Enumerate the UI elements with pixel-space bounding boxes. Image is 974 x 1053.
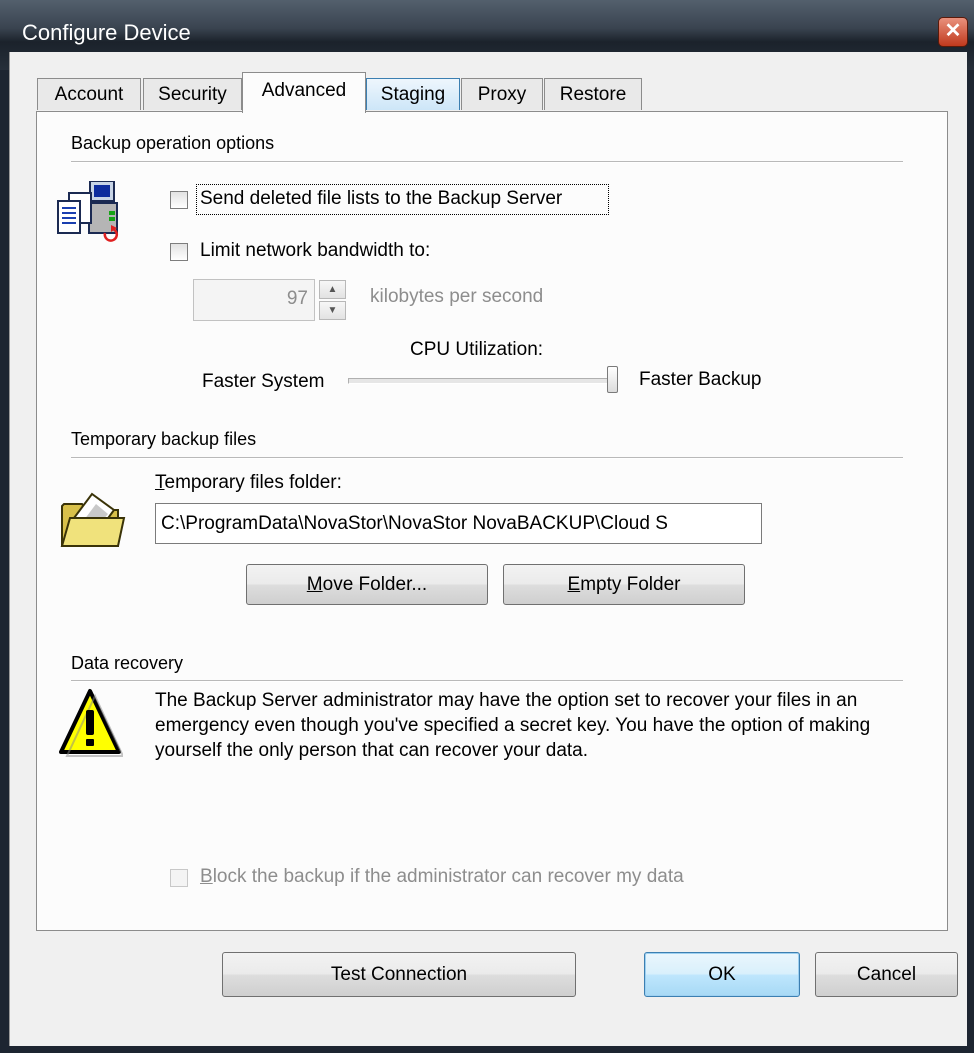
- configure-device-window: Configure Device ✕ Account Security Adva…: [0, 0, 974, 1053]
- cancel-button[interactable]: Cancel: [815, 952, 958, 997]
- send-deleted-label[interactable]: Send deleted file lists to the Backup Se…: [200, 188, 562, 210]
- tab-account[interactable]: Account: [37, 78, 141, 110]
- tab-restore[interactable]: Restore: [544, 78, 642, 110]
- move-folder-button[interactable]: Move Folder...: [246, 564, 488, 605]
- block-backup-checkbox[interactable]: [170, 869, 188, 887]
- temp-folder-input[interactable]: C:\ProgramData\NovaStor\NovaStor NovaBAC…: [155, 503, 762, 544]
- limit-bandwidth-checkbox[interactable]: [170, 243, 188, 261]
- backup-options-heading: Backup operation options: [71, 133, 275, 153]
- warning-icon: [59, 689, 123, 757]
- spin-up-icon[interactable]: ▲: [319, 280, 346, 299]
- block-backup-label[interactable]: Block the backup if the administrator ca…: [200, 866, 684, 888]
- faster-backup-label: Faster Backup: [639, 369, 762, 390]
- cpu-slider-track[interactable]: [348, 378, 614, 384]
- tab-advanced[interactable]: Advanced: [242, 72, 366, 113]
- tab-security[interactable]: Security: [143, 78, 242, 110]
- empty-folder-button[interactable]: Empty Folder: [503, 564, 745, 605]
- computer-documents-icon: [57, 181, 118, 242]
- tab-proxy[interactable]: Proxy: [461, 78, 543, 110]
- temp-folder-label: Temporary files folder:: [155, 472, 342, 493]
- data-recovery-heading: Data recovery: [71, 653, 184, 673]
- test-connection-button[interactable]: Test Connection: [222, 952, 576, 997]
- temp-files-divider: [71, 457, 903, 459]
- temp-files-heading: Temporary backup files: [71, 429, 257, 449]
- spin-down-icon[interactable]: ▼: [319, 301, 346, 320]
- backup-options-divider: [71, 161, 903, 163]
- send-deleted-checkbox[interactable]: [170, 191, 188, 209]
- faster-system-label: Faster System: [202, 371, 325, 392]
- bandwidth-unit-label: kilobytes per second: [370, 286, 544, 307]
- cpu-utilization-label: CPU Utilization:: [410, 339, 544, 360]
- data-recovery-divider: [71, 680, 903, 682]
- close-icon[interactable]: ✕: [938, 17, 968, 47]
- tab-staging[interactable]: Staging: [366, 78, 460, 110]
- open-folder-icon: [60, 492, 126, 547]
- data-recovery-text: The Backup Server administrator may have…: [155, 690, 871, 761]
- limit-bandwidth-label[interactable]: Limit network bandwidth to:: [200, 240, 430, 262]
- ok-button[interactable]: OK: [644, 952, 800, 997]
- bandwidth-input[interactable]: 97: [193, 279, 315, 321]
- window-title: Configure Device: [22, 20, 191, 45]
- cpu-slider-thumb[interactable]: [607, 366, 618, 393]
